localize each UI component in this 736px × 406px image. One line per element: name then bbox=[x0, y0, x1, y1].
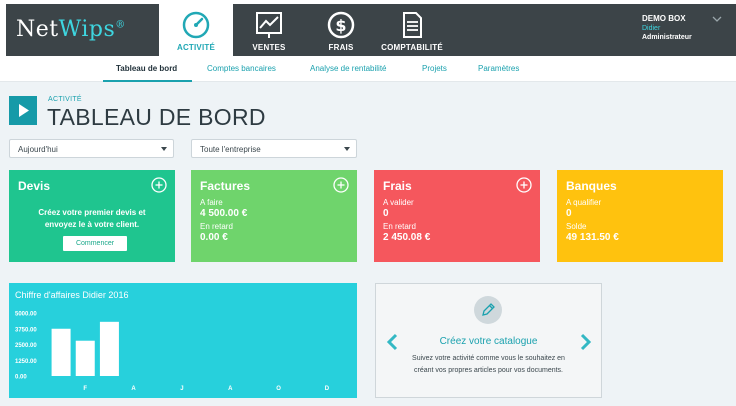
x-tick-label: O bbox=[276, 386, 281, 392]
scope-select-value: Toute l'entreprise bbox=[200, 145, 261, 154]
app-logo[interactable]: NetWips® bbox=[16, 17, 126, 42]
banques-a-qualifier-value: 0 bbox=[566, 208, 572, 219]
add-devis-icon[interactable] bbox=[151, 177, 167, 193]
x-tick-label: A bbox=[131, 386, 136, 392]
banques-solde-value: 49 131.50 € bbox=[566, 232, 619, 243]
factures-title: Factures bbox=[200, 179, 251, 193]
caret-down-icon bbox=[161, 147, 167, 151]
banques-a-qualifier-label: A qualifier bbox=[566, 198, 602, 207]
catalogue-description: Suivez votre activité comme vous le souh… bbox=[412, 355, 565, 374]
period-select-value: Aujourd'hui bbox=[18, 145, 58, 154]
subnav-parametres[interactable]: Paramètres bbox=[478, 64, 519, 73]
banques-title: Banques bbox=[566, 179, 617, 193]
frais-en-retard-label: En retard bbox=[383, 222, 416, 231]
nav-activite[interactable]: ACTIVITÉ bbox=[159, 4, 233, 56]
section-badge bbox=[9, 96, 37, 125]
svg-text:$: $ bbox=[335, 16, 346, 35]
period-select[interactable]: Aujourd'hui bbox=[9, 139, 174, 158]
y-tick-label: 5000.00 bbox=[15, 312, 37, 318]
y-tick-label: 2500.00 bbox=[15, 343, 37, 349]
x-tick-label: D bbox=[325, 386, 330, 392]
y-tick-label: 0.00 bbox=[15, 375, 27, 381]
catalogue-title[interactable]: Créez votre catalogue bbox=[376, 336, 601, 347]
scope-select[interactable]: Toute l'entreprise bbox=[191, 139, 357, 158]
nav-activite-label: ACTIVITÉ bbox=[176, 43, 216, 52]
play-icon bbox=[19, 104, 29, 117]
dashboard-gauge-icon bbox=[182, 11, 210, 39]
frais-a-valider-value: 0 bbox=[383, 208, 389, 219]
banques-solde-label: Solde bbox=[566, 222, 587, 231]
logo-net-text: Net bbox=[16, 17, 59, 42]
chart-bar[interactable] bbox=[75, 340, 95, 376]
commencer-button[interactable]: Commencer bbox=[63, 236, 127, 251]
frais-en-retard-value: 2 450.08 € bbox=[383, 232, 431, 243]
chart-line-icon bbox=[256, 12, 282, 38]
devis-message-line1: Créez votre premier devis et bbox=[38, 208, 146, 217]
user-role: Administrateur bbox=[642, 34, 692, 41]
chevron-down-icon[interactable] bbox=[712, 14, 722, 24]
logo-wips-text: Wips bbox=[58, 17, 116, 42]
add-facture-icon[interactable] bbox=[333, 177, 349, 193]
user-menu[interactable]: DEMO BOX Didier Administrateur bbox=[642, 14, 722, 41]
company-name: DEMO BOX bbox=[642, 14, 686, 23]
nav-frais[interactable]: $ FRAIS bbox=[305, 4, 377, 56]
dollar-coin-icon: $ bbox=[327, 11, 355, 39]
revenue-chart-panel: Chiffre d'affaires Didier 2016 5000.00 37… bbox=[9, 283, 357, 398]
subnav-comptes-bancaires[interactable]: Comptes bancaires bbox=[207, 64, 276, 73]
nav-ventes[interactable]: VENTES bbox=[233, 4, 305, 56]
devis-title: Devis bbox=[18, 179, 51, 193]
subnav-projets[interactable]: Projets bbox=[422, 64, 447, 73]
frais-title: Frais bbox=[383, 179, 412, 193]
frais-card[interactable]: Frais A valider 0 En retard 2 450.08 € bbox=[374, 170, 540, 262]
document-icon bbox=[403, 12, 422, 38]
subnav-tableau-de-bord[interactable]: Tableau de bord bbox=[116, 64, 177, 73]
sub-nav: Tableau de bord Comptes bancaires Analys… bbox=[0, 56, 736, 82]
chart-bar[interactable] bbox=[51, 328, 71, 376]
x-tick-label: J bbox=[180, 386, 183, 392]
catalogue-icon-circle bbox=[474, 296, 502, 324]
logo-area: NetWips® bbox=[6, 4, 159, 56]
nav-ventes-label: VENTES bbox=[252, 43, 286, 52]
nav-comptabilite[interactable]: COMPTABILITÉ bbox=[377, 4, 447, 56]
catalogue-panel: Créez votre catalogue Suivez votre activ… bbox=[375, 283, 602, 398]
user-first-name: Didier bbox=[642, 25, 661, 32]
factures-en-retard-label: En retard bbox=[200, 222, 233, 231]
chevron-right-icon[interactable] bbox=[580, 333, 592, 351]
devis-card[interactable]: Devis Créez votre premier devis et envoy… bbox=[9, 170, 175, 262]
y-tick-label: 3750.00 bbox=[15, 327, 37, 333]
factures-a-faire-value: 4 500.00 € bbox=[200, 208, 248, 219]
factures-a-faire-label: A faire bbox=[200, 198, 223, 207]
x-tick-label: A bbox=[228, 386, 233, 392]
x-tick-label: F bbox=[83, 386, 87, 392]
top-bar: NetWips® ACTIVITÉ VENTES $ FRAIS COMPTAB… bbox=[0, 0, 736, 56]
banques-card[interactable]: Banques A qualifier 0 Solde 49 131.50 € bbox=[557, 170, 723, 262]
page-title: TABLEAU DE BORD bbox=[47, 104, 266, 130]
logo-registered-mark: ® bbox=[115, 19, 126, 31]
caret-down-icon bbox=[344, 147, 350, 151]
frais-a-valider-label: A valider bbox=[383, 198, 414, 207]
subnav-active-indicator bbox=[103, 80, 192, 82]
devis-message: Créez votre premier devis et envoyez le … bbox=[9, 207, 175, 231]
factures-en-retard-value: 0.00 € bbox=[200, 232, 228, 243]
revenue-chart: 5000.00 3750.00 2500.00 1250.00 0.00 F A J A O D bbox=[15, 312, 330, 393]
add-frais-icon[interactable] bbox=[516, 177, 532, 193]
nav-comptabilite-label: COMPTABILITÉ bbox=[381, 43, 443, 52]
nav-frais-label: FRAIS bbox=[328, 43, 354, 52]
devis-message-line2: envoyez le à votre client. bbox=[44, 220, 140, 229]
factures-card[interactable]: Factures A faire 4 500.00 € En retard 0.… bbox=[191, 170, 357, 262]
y-tick-label: 1250.00 bbox=[15, 359, 37, 365]
breadcrumb[interactable]: ACTIVITÉ bbox=[48, 96, 82, 103]
chart-bar[interactable] bbox=[99, 321, 119, 376]
subnav-analyse-rentabilite[interactable]: Analyse de rentabilité bbox=[310, 64, 387, 73]
pencil-icon bbox=[482, 303, 495, 316]
